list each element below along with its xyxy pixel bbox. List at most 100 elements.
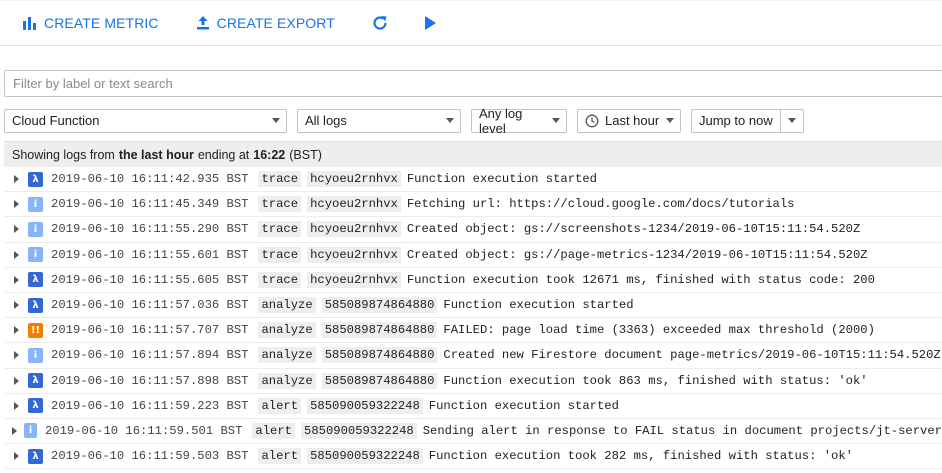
log-level-select[interactable]: Any log level [471, 105, 567, 136]
log-entry-row[interactable]: λ 2019-06-10 16:11:57.036 BST analyze 58508… [4, 293, 942, 319]
log-message: Function execution started [443, 298, 634, 313]
log-name-select[interactable]: All logs [297, 108, 461, 133]
log-message: Function execution took 863 ms, finished… [443, 373, 868, 388]
export-icon [195, 15, 211, 31]
log-timestamp: 2019-06-10 16:11:55.290 BST [51, 222, 249, 237]
jump-menu-button[interactable] [781, 110, 803, 132]
log-entry-row[interactable]: !! 2019-06-10 16:11:57.707 BST analyze 5850… [4, 318, 942, 344]
expand-icon[interactable] [4, 250, 28, 259]
log-entry-row[interactable]: i 2019-06-10 16:11:57.894 BST analyze 58508… [4, 343, 942, 369]
expand-icon[interactable] [4, 326, 28, 335]
log-entry-row[interactable]: i 2019-06-10 16:11:45.349 BST trace hcyoeu2… [4, 192, 942, 218]
expand-icon[interactable] [4, 376, 28, 385]
create-metric-button[interactable]: CREATE METRIC [22, 15, 159, 31]
log-timestamp: 2019-06-10 16:11:57.036 BST [51, 298, 249, 313]
execution-id-chip[interactable]: 585089874864880 [321, 347, 438, 364]
execution-id-chip[interactable]: 585089874864880 [321, 297, 438, 314]
expand-icon[interactable] [4, 225, 28, 234]
info-icon: i [28, 347, 43, 363]
function-name-chip[interactable]: analyze [258, 322, 316, 339]
log-message: Sending alert in response to FAIL status… [422, 423, 942, 438]
function-name-chip[interactable]: analyze [258, 372, 316, 389]
expand-icon[interactable] [4, 452, 28, 461]
log-timestamp: 2019-06-10 16:11:57.898 BST [51, 373, 249, 388]
lambda-icon: λ [28, 272, 43, 288]
log-entry-row[interactable]: λ 2019-06-10 16:11:57.898 BST analyze 58508… [4, 369, 942, 394]
log-message: Created object: gs://page-metrics-1234/2… [406, 247, 868, 262]
log-entry-row[interactable]: λ 2019-06-10 16:11:55.605 BST trace hcyoeu2… [4, 268, 942, 293]
function-name-chip[interactable]: trace [258, 271, 302, 288]
log-message: Function execution took 12671 ms, finish… [406, 272, 875, 287]
log-timestamp: 2019-06-10 16:11:57.707 BST [51, 323, 249, 338]
log-entry-row[interactable]: i 2019-06-10 16:11:55.290 BST trace hcyoeu2… [4, 217, 942, 243]
log-message: Fetching url: https://cloud.google.com/d… [406, 197, 795, 212]
resource-select[interactable]: Cloud Function [4, 108, 287, 133]
expand-icon[interactable] [4, 301, 28, 310]
function-name-chip[interactable]: alert [258, 397, 302, 414]
execution-id-chip[interactable]: 585090059322248 [301, 422, 417, 439]
execution-id-chip[interactable]: 585089874864880 [321, 322, 438, 339]
execution-id-chip[interactable]: hcyoeu2rnhvx [307, 271, 401, 288]
function-name-chip[interactable]: trace [258, 246, 302, 263]
log-timestamp: 2019-06-10 16:11:59.501 BST [44, 423, 243, 438]
execution-id-chip[interactable]: 585089874864880 [321, 372, 438, 389]
banner-range: the last hour [118, 147, 194, 162]
create-export-button[interactable]: CREATE EXPORT [195, 15, 335, 31]
function-name-chip[interactable]: trace [258, 221, 302, 238]
info-icon: i [24, 423, 37, 439]
function-name-chip[interactable]: analyze [258, 347, 316, 364]
expand-icon[interactable] [4, 175, 28, 184]
search-input[interactable] [4, 70, 942, 97]
execution-id-chip[interactable]: hcyoeu2rnhvx [307, 171, 401, 188]
caret-down-icon [787, 118, 796, 123]
lambda-icon: λ [28, 297, 43, 313]
execution-id-chip[interactable]: hcyoeu2rnhvx [307, 221, 401, 238]
expand-icon[interactable] [4, 401, 28, 410]
log-entry-row[interactable]: λ 2019-06-10 16:11:59.223 BST alert 5850900… [4, 394, 942, 419]
expand-icon[interactable] [4, 275, 28, 284]
log-entry-row[interactable]: λ 2019-06-10 16:11:59.503 BST alert 5850900… [4, 444, 942, 470]
log-message: Function execution started [406, 172, 597, 187]
caret-down-icon [552, 118, 560, 123]
log-entry-row[interactable]: i 2019-06-10 16:11:55.601 BST trace hcyoeu2… [4, 243, 942, 268]
log-timestamp: 2019-06-10 16:11:55.601 BST [51, 247, 249, 262]
execution-id-chip[interactable]: hcyoeu2rnhvx [307, 196, 401, 213]
banner-time: 16:22 [253, 147, 286, 162]
play-icon[interactable] [423, 15, 437, 31]
caret-down-icon [446, 118, 454, 123]
caret-down-icon [272, 118, 280, 123]
create-export-label: CREATE EXPORT [216, 15, 335, 31]
log-entry-row[interactable]: i 2019-06-10 16:11:59.501 BST alert 5850900… [4, 419, 942, 445]
toolbar: CREATE METRIC CREATE EXPORT [0, 0, 942, 46]
time-range-select-value: Last hour [605, 113, 660, 128]
banner-suffix: (BST) [289, 147, 322, 162]
function-name-chip[interactable]: trace [258, 171, 302, 188]
log-message: FAILED: page load time (3363) exceeded m… [443, 323, 875, 338]
expand-icon[interactable] [4, 351, 28, 360]
execution-id-chip[interactable]: 585090059322248 [307, 397, 423, 414]
function-name-chip[interactable]: alert [252, 422, 295, 439]
lambda-icon: λ [28, 448, 43, 464]
function-name-chip[interactable]: analyze [258, 297, 316, 314]
filter-dropdowns: Cloud Function All logs Any log level La… [0, 97, 942, 136]
function-name-chip[interactable]: trace [258, 196, 302, 213]
log-timestamp: 2019-06-10 16:11:55.605 BST [51, 272, 249, 287]
time-range-select[interactable]: Last hour [577, 108, 681, 133]
expand-icon[interactable] [4, 426, 24, 435]
banner-middle: ending at [197, 147, 250, 162]
log-entry-row[interactable]: λ 2019-06-10 16:11:42.935 BST trace hcyoeu2… [4, 167, 942, 193]
refresh-icon[interactable] [371, 14, 389, 32]
jump-to-now-button[interactable]: Jump to now [692, 109, 781, 132]
expand-icon[interactable] [4, 200, 28, 209]
info-icon: i [28, 247, 43, 263]
execution-id-chip[interactable]: 585090059322248 [307, 448, 423, 465]
log-message: Created new Firestore document page-metr… [443, 348, 941, 363]
log-message: Created object: gs://screenshots-1234/20… [406, 222, 861, 237]
log-level-select-value: Any log level [479, 105, 523, 136]
log-timestamp: 2019-06-10 16:11:45.349 BST [51, 197, 249, 212]
function-name-chip[interactable]: alert [258, 448, 302, 465]
resource-select-value: Cloud Function [12, 113, 100, 128]
caret-down-icon [666, 118, 674, 123]
execution-id-chip[interactable]: hcyoeu2rnhvx [307, 246, 401, 263]
log-timestamp: 2019-06-10 16:11:42.935 BST [51, 172, 249, 187]
